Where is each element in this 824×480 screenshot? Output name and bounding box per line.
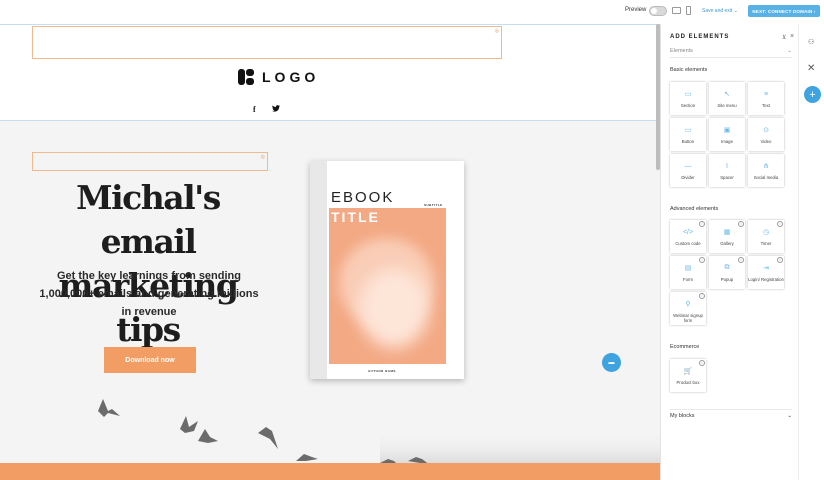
chevron-down-icon: ⌄ [787, 48, 792, 54]
tile-text[interactable]: ≡ Text [748, 82, 784, 115]
book-title-main: TITLE [331, 209, 380, 225]
hero-section[interactable]: ◎ Michal's email marketing tips Get the … [0, 121, 660, 480]
tile-gallery[interactable]: i ▦ Gallery [709, 220, 745, 253]
tile-divider[interactable]: — Divider [670, 154, 706, 187]
tile-webinar-signup-form[interactable]: i ⚲ Webinar signup form [670, 292, 706, 325]
spacer-icon: I [726, 162, 728, 170]
save-and-exit-button[interactable]: Save and exit ⌄ [702, 8, 738, 14]
orange-footer-strip[interactable] [0, 463, 660, 480]
book-title-top: EBOOK [331, 189, 395, 206]
tile-login-registration[interactable]: i ⇥ Login/ Registration [748, 256, 784, 289]
desktop-view-icon[interactable] [672, 7, 681, 14]
text-icon: ≡ [763, 90, 769, 98]
tile-product-box[interactable]: i 🛒 Product box [670, 359, 706, 392]
right-tool-rail: ⚇ ✕ + [798, 24, 824, 480]
close-panel-icon[interactable]: × [790, 33, 794, 40]
gallery-icon: ▦ [723, 229, 731, 236]
mobile-view-icon[interactable] [686, 6, 691, 15]
preview-label: Preview [625, 7, 647, 13]
panel-title: ADD ELEMENTS [670, 34, 730, 40]
code-icon: </> [682, 228, 694, 236]
info-icon[interactable]: i [699, 221, 705, 227]
eye-icon[interactable]: ◎ [261, 154, 265, 160]
info-icon[interactable]: i [777, 257, 783, 263]
tile-video[interactable]: ⊙ Video [748, 118, 784, 151]
site-menu-icon: ↖ [724, 91, 730, 98]
cart-icon: 🛒 [683, 368, 693, 375]
ebook-cover-image[interactable]: EBOOK SUBTITLE TITLE AUTHOR NAME [310, 161, 464, 379]
tile-section[interactable]: ▭ Section [670, 82, 706, 115]
social-links: f [253, 105, 280, 114]
hero-headline[interactable]: Michal's email marketing tips [28, 176, 268, 352]
hero-subtext[interactable]: Get the key learnings from sending 1,000… [34, 267, 264, 321]
basic-elements-heading: Basic elements [670, 67, 708, 73]
tile-site-menu[interactable]: ↖ Site menu [709, 82, 745, 115]
webinar-icon: ⚲ [685, 301, 691, 308]
popup-icon: ⧉ [724, 264, 730, 271]
book-cover-art [329, 208, 446, 364]
form-icon: ▤ [684, 265, 692, 272]
advanced-elements-grid: i </> Custom code i ▦ Gallery i ◷ Timer i ▤ Form… [670, 220, 784, 325]
tile-image[interactable]: ▣ Image [709, 118, 745, 151]
add-element-button[interactable]: + [804, 86, 821, 103]
book-spine [310, 161, 327, 379]
pin-icon[interactable]: ⊻ [782, 34, 786, 41]
basic-elements-grid: ▭ Section ↖ Site menu ≡ Text ▭ Button ▣ Image… [670, 82, 784, 187]
tile-social-media[interactable]: ⋔ Social media [748, 154, 784, 187]
page-header-section[interactable]: ◎ LOGO f [0, 24, 660, 121]
logo-mark-icon [238, 69, 254, 85]
top-toolbar: Preview Save and exit ⌄ NEXT: CONNECT DO… [0, 0, 824, 24]
eye-icon[interactable]: ◎ [495, 28, 499, 34]
next-connect-domain-button[interactable]: NEXT: CONNECT DOMAIN › [748, 5, 820, 17]
logo[interactable]: LOGO [238, 69, 319, 85]
twitter-icon[interactable] [271, 105, 280, 114]
hero-selection-frame[interactable]: ◎ [32, 152, 268, 171]
preview-toggle[interactable] [649, 6, 667, 16]
book-subtitle: SUBTITLE [424, 203, 443, 207]
info-icon[interactable]: i [777, 221, 783, 227]
info-icon[interactable]: i [738, 257, 744, 263]
section-icon: ▭ [684, 91, 692, 98]
button-icon: ▭ [684, 127, 692, 134]
birds-background-image [98, 399, 660, 471]
sitemap-icon[interactable]: ⚇ [808, 38, 814, 46]
info-icon[interactable]: i [699, 257, 705, 263]
tile-custom-code[interactable]: i </> Custom code [670, 220, 706, 253]
ecommerce-heading: Ecommerce [670, 344, 700, 350]
info-icon[interactable]: i [699, 293, 705, 299]
add-elements-panel: ADD ELEMENTS ⊻ × Elements ⌄ Basic element… [660, 24, 798, 480]
timer-icon: ◷ [762, 229, 770, 236]
ecommerce-grid: i 🛒 Product box [670, 359, 784, 392]
social-media-icon: ⋔ [763, 163, 769, 170]
editor-canvas: ◎ LOGO f ◎ Michal's email marketing tips… [0, 24, 660, 480]
tile-timer[interactable]: i ◷ Timer [748, 220, 784, 253]
video-icon: ⊙ [763, 127, 769, 134]
facebook-icon[interactable]: f [253, 105, 256, 114]
tile-button[interactable]: ▭ Button [670, 118, 706, 151]
download-now-button[interactable]: Download now [104, 347, 196, 373]
tile-form[interactable]: i ▤ Form [670, 256, 706, 289]
tile-spacer[interactable]: I Spacer [709, 154, 745, 187]
image-icon: ▣ [723, 127, 731, 134]
close-icon[interactable]: ✕ [807, 63, 815, 74]
login-icon: ⇥ [763, 265, 769, 272]
chevron-down-icon: ⌄ [787, 413, 792, 419]
my-blocks-section[interactable]: My blocks ⌄ [670, 409, 792, 419]
info-icon[interactable]: i [699, 360, 705, 366]
elements-dropdown[interactable]: Elements ⌄ [670, 48, 792, 58]
advanced-elements-heading: Advanced elements [670, 206, 719, 212]
info-icon[interactable]: i [738, 221, 744, 227]
divider-icon: — [684, 162, 692, 170]
logo-text: LOGO [262, 69, 320, 85]
chat-bubble-button[interactable]: ▬ [602, 353, 621, 372]
header-selection-frame[interactable]: ◎ [32, 26, 502, 59]
tile-popup[interactable]: i ⧉ Popup [709, 256, 745, 289]
